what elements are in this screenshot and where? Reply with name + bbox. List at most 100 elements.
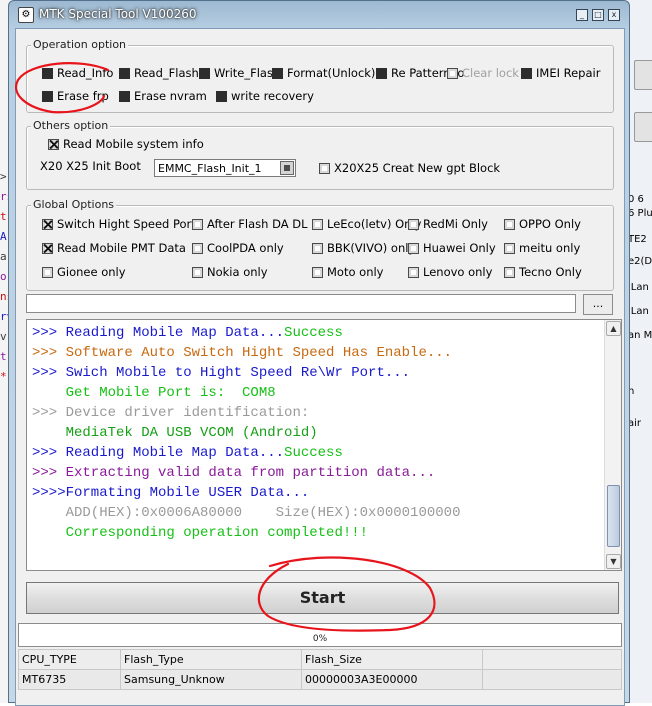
table-cell	[482, 669, 622, 690]
checkbox-label: Gionee only	[57, 265, 126, 279]
background-button	[634, 112, 652, 142]
tecno-only-checkbox[interactable]: Tecno Only	[504, 265, 582, 279]
checkbox-box[interactable]	[521, 67, 532, 79]
checkbox-box[interactable]	[312, 242, 323, 254]
checkbox-label: Tecno Only	[519, 265, 582, 279]
scroll-down-icon[interactable]: ▼	[606, 554, 621, 569]
read-info-checkbox[interactable]: Read_Info	[42, 66, 113, 80]
maximize-button[interactable]: □	[592, 9, 604, 21]
log-text: >>> Swich Mobile to Hight Speed Re\Wr Po…	[32, 365, 411, 381]
format-unlock-checkbox[interactable]: Format(Unlock)	[272, 66, 375, 80]
background-text: A	[0, 230, 7, 243]
nokia-only-checkbox[interactable]: Nokia only	[192, 265, 268, 279]
checkbox-box[interactable]	[408, 218, 419, 230]
scroll-up-icon[interactable]: ▲	[606, 321, 621, 336]
checkbox-label: Read Mobile PMT Data	[57, 241, 186, 255]
checkbox-box[interactable]	[408, 266, 419, 278]
checkbox-label: BBK(VIVO) only	[327, 241, 416, 255]
switch-hight-speed-port-checkbox[interactable]: Switch Hight Speed Port	[42, 217, 196, 231]
browse-button[interactable]: ...	[583, 294, 613, 315]
checkbox-label: IMEI Repair	[536, 66, 601, 80]
bbk-vivo-only-checkbox[interactable]: BBK(VIVO) only	[312, 241, 415, 255]
checkbox-box[interactable]	[504, 266, 515, 278]
write-flash-checkbox[interactable]: Write_Flash	[199, 66, 280, 80]
init-boot-label-text: X20 X25 Init Boot	[40, 159, 141, 173]
gionee-only-checkbox[interactable]: Gionee only	[42, 265, 126, 279]
log-status: Success	[284, 445, 343, 461]
meitu-only-checkbox[interactable]: meitu only	[504, 241, 580, 255]
client-area: Operation option Others option Read Mobi…	[15, 28, 625, 706]
checkbox-box[interactable]	[48, 138, 59, 150]
checkbox-box[interactable]	[42, 90, 53, 102]
log-output: >>> Reading Mobile Map Data... Success >>>…	[26, 319, 622, 571]
oppo-only-checkbox[interactable]: OPPO Only	[504, 217, 581, 231]
background-text: an M	[628, 330, 652, 341]
checkbox-box[interactable]	[192, 266, 203, 278]
checkbox-label: Clear lock	[462, 66, 519, 80]
background-text: iLan	[628, 306, 649, 317]
background-text: e2(D	[628, 256, 652, 267]
init-boot-select[interactable]: EMMC_Flash_Init_1	[154, 159, 296, 177]
checkbox-box[interactable]	[42, 218, 53, 230]
checkbox-box[interactable]	[504, 218, 515, 230]
checkbox-box[interactable]	[319, 162, 330, 174]
lenovo-only-checkbox[interactable]: Lenovo only	[408, 265, 492, 279]
checkbox-label: Nokia only	[207, 265, 268, 279]
imei-repair-checkbox[interactable]: IMEI Repair	[521, 66, 600, 80]
new-gpt-checkbox[interactable]: X20X25 Creat New gpt Block	[319, 161, 500, 175]
table-header-cell: Flash_Type	[120, 649, 302, 670]
log-text: Corresponding operation completed!!!	[32, 525, 369, 541]
background-button	[634, 60, 652, 90]
table-header-cell: Flash_Size	[301, 649, 483, 670]
coolpda-only-checkbox[interactable]: CoolPDA only	[192, 241, 284, 255]
huawei-only-checkbox[interactable]: Huawei Only	[408, 241, 496, 255]
checkbox-box[interactable]	[119, 67, 130, 79]
checkbox-box[interactable]	[504, 242, 515, 254]
checkbox-label: write recovery	[231, 89, 314, 103]
redmi-only-checkbox[interactable]: RedMi Only	[408, 217, 488, 231]
checkbox-label: Lenovo only	[423, 265, 493, 279]
read-mobile-pmt-data-checkbox[interactable]: Read Mobile PMT Data	[42, 241, 186, 255]
checkbox-box[interactable]	[216, 90, 227, 102]
checkbox-box[interactable]	[42, 266, 53, 278]
operation-option-title: Operation option	[31, 38, 129, 51]
checkbox-box[interactable]	[192, 218, 203, 230]
table-header-row: CPU_TYPE Flash_Type Flash_Size	[18, 649, 622, 670]
checkbox-box[interactable]	[42, 67, 53, 79]
checkbox-box[interactable]	[199, 67, 210, 79]
file-path-input[interactable]	[26, 294, 576, 313]
app-icon: ⚙	[18, 7, 34, 23]
minimize-button[interactable]: _	[576, 9, 588, 21]
background-text: TE2	[628, 234, 647, 245]
start-button[interactable]: Start	[26, 582, 619, 614]
log-line: MediaTek DA USB VCOM (Android)	[32, 423, 318, 443]
others-option-title: Others option	[31, 119, 111, 132]
moto-only-checkbox[interactable]: Moto only	[312, 265, 383, 279]
checkbox-box[interactable]	[42, 242, 53, 254]
checkbox-box[interactable]	[312, 218, 323, 230]
read-mobile-system-info-checkbox[interactable]: Read Mobile system info	[48, 137, 204, 151]
checkbox-box[interactable]	[312, 266, 323, 278]
close-button[interactable]: x	[608, 9, 620, 21]
checkbox-label: Switch Hight Speed Port	[57, 217, 196, 231]
scroll-thumb[interactable]	[607, 485, 620, 547]
read-flash-checkbox[interactable]: Read_Flash	[119, 66, 199, 80]
erase-frp-checkbox[interactable]: Erase frp	[42, 89, 109, 103]
checkbox-box[interactable]	[376, 67, 387, 79]
checkbox-box[interactable]	[272, 67, 283, 79]
checkbox-box[interactable]	[192, 242, 203, 254]
after-flash-da-dl-checkbox[interactable]: After Flash DA DL	[192, 217, 308, 231]
log-text: >>> Reading Mobile Map Data...	[32, 325, 285, 341]
init-boot-select-value: EMMC_Flash_Init_1	[158, 162, 262, 175]
background-text: 6 Plu	[628, 208, 652, 219]
background-text: 0 6	[628, 194, 644, 205]
write-recovery-checkbox[interactable]: write recovery	[216, 89, 314, 103]
leeco-letv-only-checkbox[interactable]: LeEco(letv) Only	[312, 217, 421, 231]
checkbox-label: Read Mobile system info	[63, 137, 204, 151]
checkbox-label: Moto only	[327, 265, 384, 279]
log-scrollbar[interactable]: ▲ ▼	[604, 320, 621, 570]
checkbox-box[interactable]	[408, 242, 419, 254]
dropdown-arrow-icon[interactable]	[280, 161, 294, 175]
checkbox-box[interactable]	[119, 90, 130, 102]
erase-nvram-checkbox[interactable]: Erase nvram	[119, 89, 207, 103]
